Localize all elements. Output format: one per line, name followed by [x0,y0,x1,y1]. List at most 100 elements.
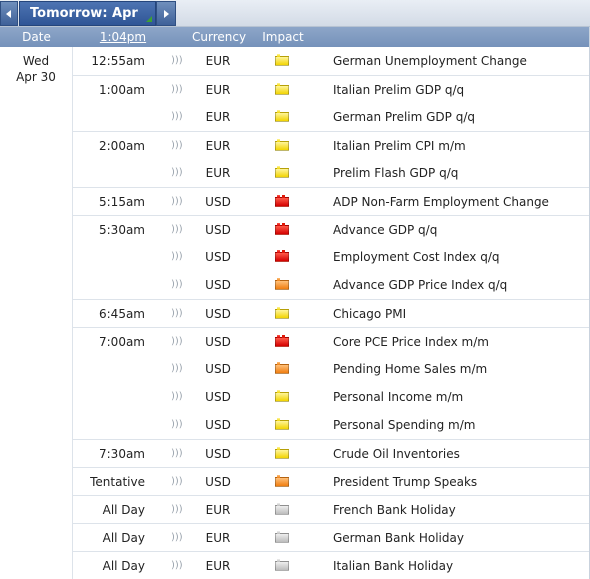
sound-icon[interactable]: ))) [171,383,183,411]
header-impact: Impact [262,30,304,44]
impact-folder-icon[interactable] [275,531,289,543]
header-time-link[interactable]: 1:04pm [73,27,173,47]
sound-icon[interactable]: ))) [171,271,183,299]
event-currency: USD [205,418,231,432]
event-title[interactable]: Employment Cost Index q/q [333,243,499,271]
impact-folder-icon[interactable] [275,110,289,122]
event-currency: EUR [205,54,231,68]
sound-icon[interactable]: ))) [171,216,183,244]
event-title[interactable]: Italian Bank Holiday [333,552,453,579]
chevron-right-icon[interactable] [156,1,176,26]
event-row[interactable]: ))) USD Personal Spending m/m [73,411,590,439]
event-title[interactable]: French Bank Holiday [333,496,456,524]
event-time: All Day [102,559,145,573]
sound-icon[interactable]: ))) [171,440,183,468]
event-title[interactable]: Personal Spending m/m [333,411,475,439]
impact-folder-icon[interactable] [275,390,289,402]
event-row[interactable]: All Day))) EUR Italian Bank Holiday [73,551,590,579]
event-title[interactable]: ADP Non-Farm Employment Change [333,188,549,216]
sound-icon[interactable]: ))) [171,300,183,328]
sound-icon[interactable]: ))) [171,411,183,439]
event-row[interactable]: 2:00am))) EUR Italian Prelim CPI m/m [73,131,590,159]
event-title[interactable]: Core PCE Price Index m/m [333,328,489,356]
event-time: All Day [102,503,145,517]
impact-folder-icon[interactable] [275,447,289,459]
event-currency: EUR [205,531,231,545]
sound-icon[interactable]: ))) [171,243,183,271]
event-row[interactable]: 6:45am))) USD Chicago PMI [73,299,590,327]
impact-folder-icon[interactable] [275,139,289,151]
event-title[interactable]: Crude Oil Inventories [333,440,460,468]
event-title[interactable]: Italian Prelim CPI m/m [333,132,466,160]
event-currency: EUR [205,83,231,97]
event-time: 7:00am [99,335,145,349]
sound-icon[interactable]: ))) [171,159,183,187]
event-time: All Day [102,531,145,545]
impact-folder-icon[interactable] [275,362,289,374]
impact-folder-icon[interactable] [275,475,289,487]
sound-icon[interactable]: ))) [171,76,183,104]
sound-icon[interactable]: ))) [171,328,183,356]
event-title[interactable]: Prelim Flash GDP q/q [333,159,458,187]
impact-folder-icon[interactable] [275,83,289,95]
event-title[interactable]: President Trump Speaks [333,468,477,496]
event-row[interactable]: 5:15am))) USD ADP Non-Farm Employment Chan… [73,187,590,215]
event-title[interactable]: German Prelim GDP q/q [333,103,475,131]
event-currency: USD [205,362,231,376]
sound-icon[interactable]: ))) [171,468,183,496]
event-title[interactable]: Italian Prelim GDP q/q [333,76,464,104]
impact-folder-icon[interactable] [275,418,289,430]
event-title[interactable]: Advance GDP Price Index q/q [333,271,507,299]
sound-icon[interactable]: ))) [171,132,183,160]
event-row[interactable]: ))) USD Personal Income m/m [73,383,590,411]
sound-icon[interactable]: ))) [171,47,183,75]
impact-folder-icon[interactable] [275,250,289,262]
event-row[interactable]: All Day))) EUR German Bank Holiday [73,523,590,551]
date-cell: Wed Apr 30 [0,47,73,579]
sound-icon[interactable]: ))) [171,524,183,552]
event-row[interactable]: Tentative))) USD President Trump Speaks [73,467,590,495]
event-currency: USD [205,447,231,461]
impact-folder-icon[interactable] [275,195,289,207]
sound-icon[interactable]: ))) [171,496,183,524]
event-title[interactable]: German Bank Holiday [333,524,464,552]
header-currency: Currency [192,30,247,44]
event-currency: USD [205,250,231,264]
header-date: Date [22,30,51,44]
event-row[interactable]: ))) EUR Prelim Flash GDP q/q [73,159,590,187]
sound-icon[interactable]: ))) [171,552,183,579]
impact-folder-icon[interactable] [275,503,289,515]
event-time: 1:00am [99,83,145,97]
event-row[interactable]: All Day))) EUR French Bank Holiday [73,495,590,523]
impact-folder-icon[interactable] [275,335,289,347]
event-row[interactable]: 7:00am))) USD Core PCE Price Index m/m [73,327,590,355]
event-currency: USD [205,475,231,489]
impact-folder-icon[interactable] [275,559,289,571]
event-title[interactable]: Pending Home Sales m/m [333,355,487,383]
impact-folder-icon[interactable] [275,278,289,290]
event-row[interactable]: 1:00am))) EUR Italian Prelim GDP q/q [73,75,590,103]
current-day-tab[interactable]: Tomorrow: Apr 30 [19,1,156,44]
impact-folder-icon[interactable] [275,307,289,319]
impact-folder-icon[interactable] [275,166,289,178]
calendar-nav-bar: Tomorrow: Apr 30 [0,0,590,44]
impact-folder-icon[interactable] [275,54,289,66]
event-title[interactable]: German Unemployment Change [333,47,527,75]
event-row[interactable]: ))) EUR German Prelim GDP q/q [73,103,590,131]
event-title[interactable]: Personal Income m/m [333,383,463,411]
sound-icon[interactable]: ))) [171,188,183,216]
sound-icon[interactable]: ))) [171,355,183,383]
event-row[interactable]: 5:30am))) USD Advance GDP q/q [73,215,590,243]
event-row[interactable]: ))) USD Employment Cost Index q/q [73,243,590,271]
event-title[interactable]: Chicago PMI [333,300,406,328]
event-currency: EUR [205,166,231,180]
event-currency: EUR [205,559,231,573]
event-title[interactable]: Advance GDP q/q [333,216,437,244]
sound-icon[interactable]: ))) [171,103,183,131]
impact-folder-icon[interactable] [275,223,289,235]
chevron-left-icon[interactable] [0,1,18,26]
event-row[interactable]: 7:30am))) USD Crude Oil Inventories [73,439,590,467]
event-row[interactable]: 12:55am))) EUR German Unemployment Change [73,47,590,75]
event-row[interactable]: ))) USD Pending Home Sales m/m [73,355,590,383]
event-row[interactable]: ))) USD Advance GDP Price Index q/q [73,271,590,299]
